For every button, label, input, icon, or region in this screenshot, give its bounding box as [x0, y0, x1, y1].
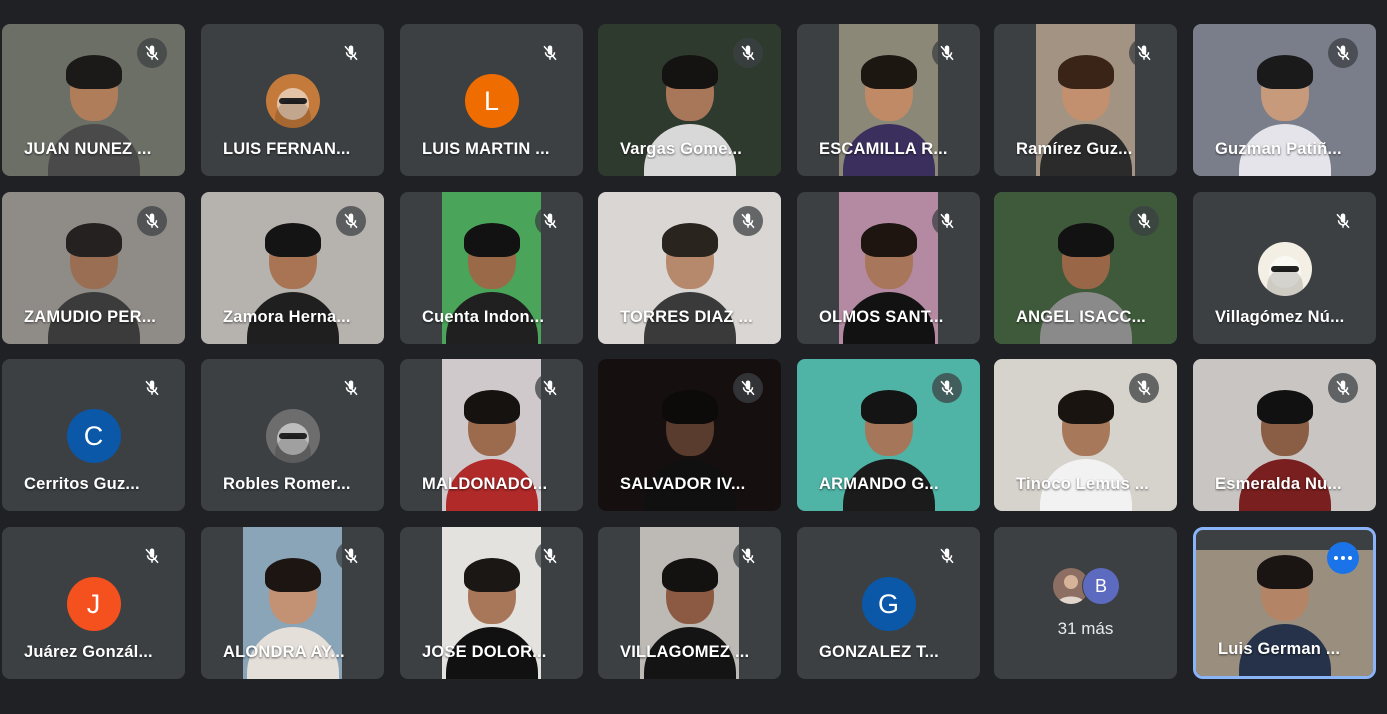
- mic-off-icon: [1328, 38, 1358, 68]
- mic-off-icon: [137, 38, 167, 68]
- participant-tile[interactable]: Cuenta Indon...: [400, 192, 583, 344]
- participant-avatar: L: [464, 74, 519, 128]
- participant-tile[interactable]: ALONDRA AY...: [201, 527, 384, 679]
- mic-off-icon: [932, 206, 962, 236]
- participant-name: Cuenta Indon...: [422, 308, 545, 326]
- participant-tile[interactable]: Tinoco Lemus ...: [994, 359, 1177, 511]
- participant-tile[interactable]: OLMOS SANT...: [797, 192, 980, 344]
- participant-tile[interactable]: L LUIS MARTIN ...: [400, 24, 583, 176]
- mic-off-icon: [137, 373, 167, 403]
- participant-name: OLMOS SANT...: [819, 308, 944, 326]
- participant-name: SALVADOR IV...: [620, 475, 746, 493]
- participant-name: ZAMUDIO PER...: [24, 308, 157, 326]
- more-participants-avatars: B: [1052, 567, 1124, 605]
- mic-off-icon: [932, 541, 962, 571]
- participant-tile[interactable]: Villagómez Nú...: [1193, 192, 1376, 344]
- participant-tile[interactable]: JOSE DOLOR...: [400, 527, 583, 679]
- anime-character-avatar: [1257, 242, 1312, 296]
- mic-off-icon: [1129, 206, 1159, 236]
- participant-tile[interactable]: Esmeralda Nu...: [1193, 359, 1376, 511]
- mic-off-icon: [733, 206, 763, 236]
- participant-name: Tinoco Lemus ...: [1016, 475, 1150, 493]
- mic-off-icon: [932, 38, 962, 68]
- participant-avatar: G: [861, 577, 916, 631]
- participant-name: Vargas Gome...: [620, 140, 743, 158]
- participant-name: Guzman Patiñ...: [1215, 140, 1342, 158]
- participant-tile[interactable]: VILLAGOMEZ ...: [598, 527, 781, 679]
- participant-name: Esmeralda Nu...: [1215, 475, 1342, 493]
- self-view-tile[interactable]: Luis German ...: [1193, 527, 1376, 679]
- more-participants-tile[interactable]: B 31 más: [994, 527, 1177, 679]
- participant-name: ALONDRA AY...: [223, 643, 345, 661]
- mic-off-icon: [336, 541, 366, 571]
- participant-tile[interactable]: ESCAMILLA R...: [797, 24, 980, 176]
- participant-grid: JUAN NUNEZ ... LUIS FERNAN... L LUIS MARTIN…: [0, 0, 1387, 714]
- mic-off-icon: [336, 206, 366, 236]
- participant-tile[interactable]: Vargas Gome...: [598, 24, 781, 176]
- participant-name: JOSE DOLOR...: [422, 643, 547, 661]
- mic-off-icon: [1328, 373, 1358, 403]
- mic-off-icon: [137, 541, 167, 571]
- participant-name: Zamora Herna...: [223, 308, 351, 326]
- participant-name: Luis German ...: [1218, 640, 1341, 658]
- mic-off-icon: [733, 541, 763, 571]
- participant-name: Villagómez Nú...: [1215, 308, 1345, 326]
- cat-sunglasses-avatar: [265, 74, 320, 128]
- participant-tile[interactable]: MALDONADO...: [400, 359, 583, 511]
- participant-tile[interactable]: ZAMUDIO PER...: [2, 192, 185, 344]
- participant-name: ANGEL ISACC...: [1016, 308, 1146, 326]
- bw-photo-avatar: [265, 409, 320, 463]
- participant-name: GONZALEZ T...: [819, 643, 939, 661]
- participant-tile[interactable]: Guzman Patiñ...: [1193, 24, 1376, 176]
- mic-off-icon: [336, 373, 366, 403]
- participant-tile[interactable]: LUIS FERNAN...: [201, 24, 384, 176]
- participant-tile[interactable]: Robles Romer...: [201, 359, 384, 511]
- mic-off-icon: [733, 373, 763, 403]
- more-participants-count: 31 más: [1057, 619, 1114, 638]
- participant-name: Juárez Gonzál...: [24, 643, 153, 661]
- participant-name: LUIS MARTIN ...: [422, 140, 550, 158]
- mic-off-icon: [535, 206, 565, 236]
- participant-tile[interactable]: ANGEL ISACC...: [994, 192, 1177, 344]
- participant-avatar: B: [1082, 567, 1120, 605]
- participant-avatar: J: [66, 577, 121, 631]
- mic-off-icon: [535, 541, 565, 571]
- participant-tile[interactable]: Ramírez Guz...: [994, 24, 1177, 176]
- participant-name: Robles Romer...: [223, 475, 351, 493]
- mic-off-icon: [535, 373, 565, 403]
- mic-off-icon: [1129, 38, 1159, 68]
- participant-tile[interactable]: TORRES DIAZ ...: [598, 192, 781, 344]
- participant-name: Ramírez Guz...: [1016, 140, 1133, 158]
- participant-name: TORRES DIAZ ...: [620, 308, 753, 326]
- participant-name: MALDONADO...: [422, 475, 548, 493]
- mic-off-icon: [1328, 206, 1358, 236]
- participant-name: LUIS FERNAN...: [223, 140, 351, 158]
- participant-tile[interactable]: G GONZALEZ T...: [797, 527, 980, 679]
- participant-tile[interactable]: JUAN NUNEZ ...: [2, 24, 185, 176]
- participant-tile[interactable]: SALVADOR IV...: [598, 359, 781, 511]
- mic-off-icon: [1129, 373, 1159, 403]
- participant-tile[interactable]: ARMANDO G...: [797, 359, 980, 511]
- mic-off-icon: [733, 38, 763, 68]
- participant-name: JUAN NUNEZ ...: [24, 140, 152, 158]
- participant-name: Cerritos Guz...: [24, 475, 140, 493]
- participant-tile[interactable]: Zamora Herna...: [201, 192, 384, 344]
- more-options-icon[interactable]: [1327, 542, 1359, 574]
- participant-tile[interactable]: C Cerritos Guz...: [2, 359, 185, 511]
- participant-name: ARMANDO G...: [819, 475, 939, 493]
- mic-off-icon: [535, 38, 565, 68]
- participant-name: ESCAMILLA R...: [819, 140, 948, 158]
- mic-off-icon: [336, 38, 366, 68]
- mic-off-icon: [137, 206, 167, 236]
- participant-avatar: C: [66, 409, 121, 463]
- participant-name: VILLAGOMEZ ...: [620, 643, 750, 661]
- participant-tile[interactable]: J Juárez Gonzál...: [2, 527, 185, 679]
- mic-off-icon: [932, 373, 962, 403]
